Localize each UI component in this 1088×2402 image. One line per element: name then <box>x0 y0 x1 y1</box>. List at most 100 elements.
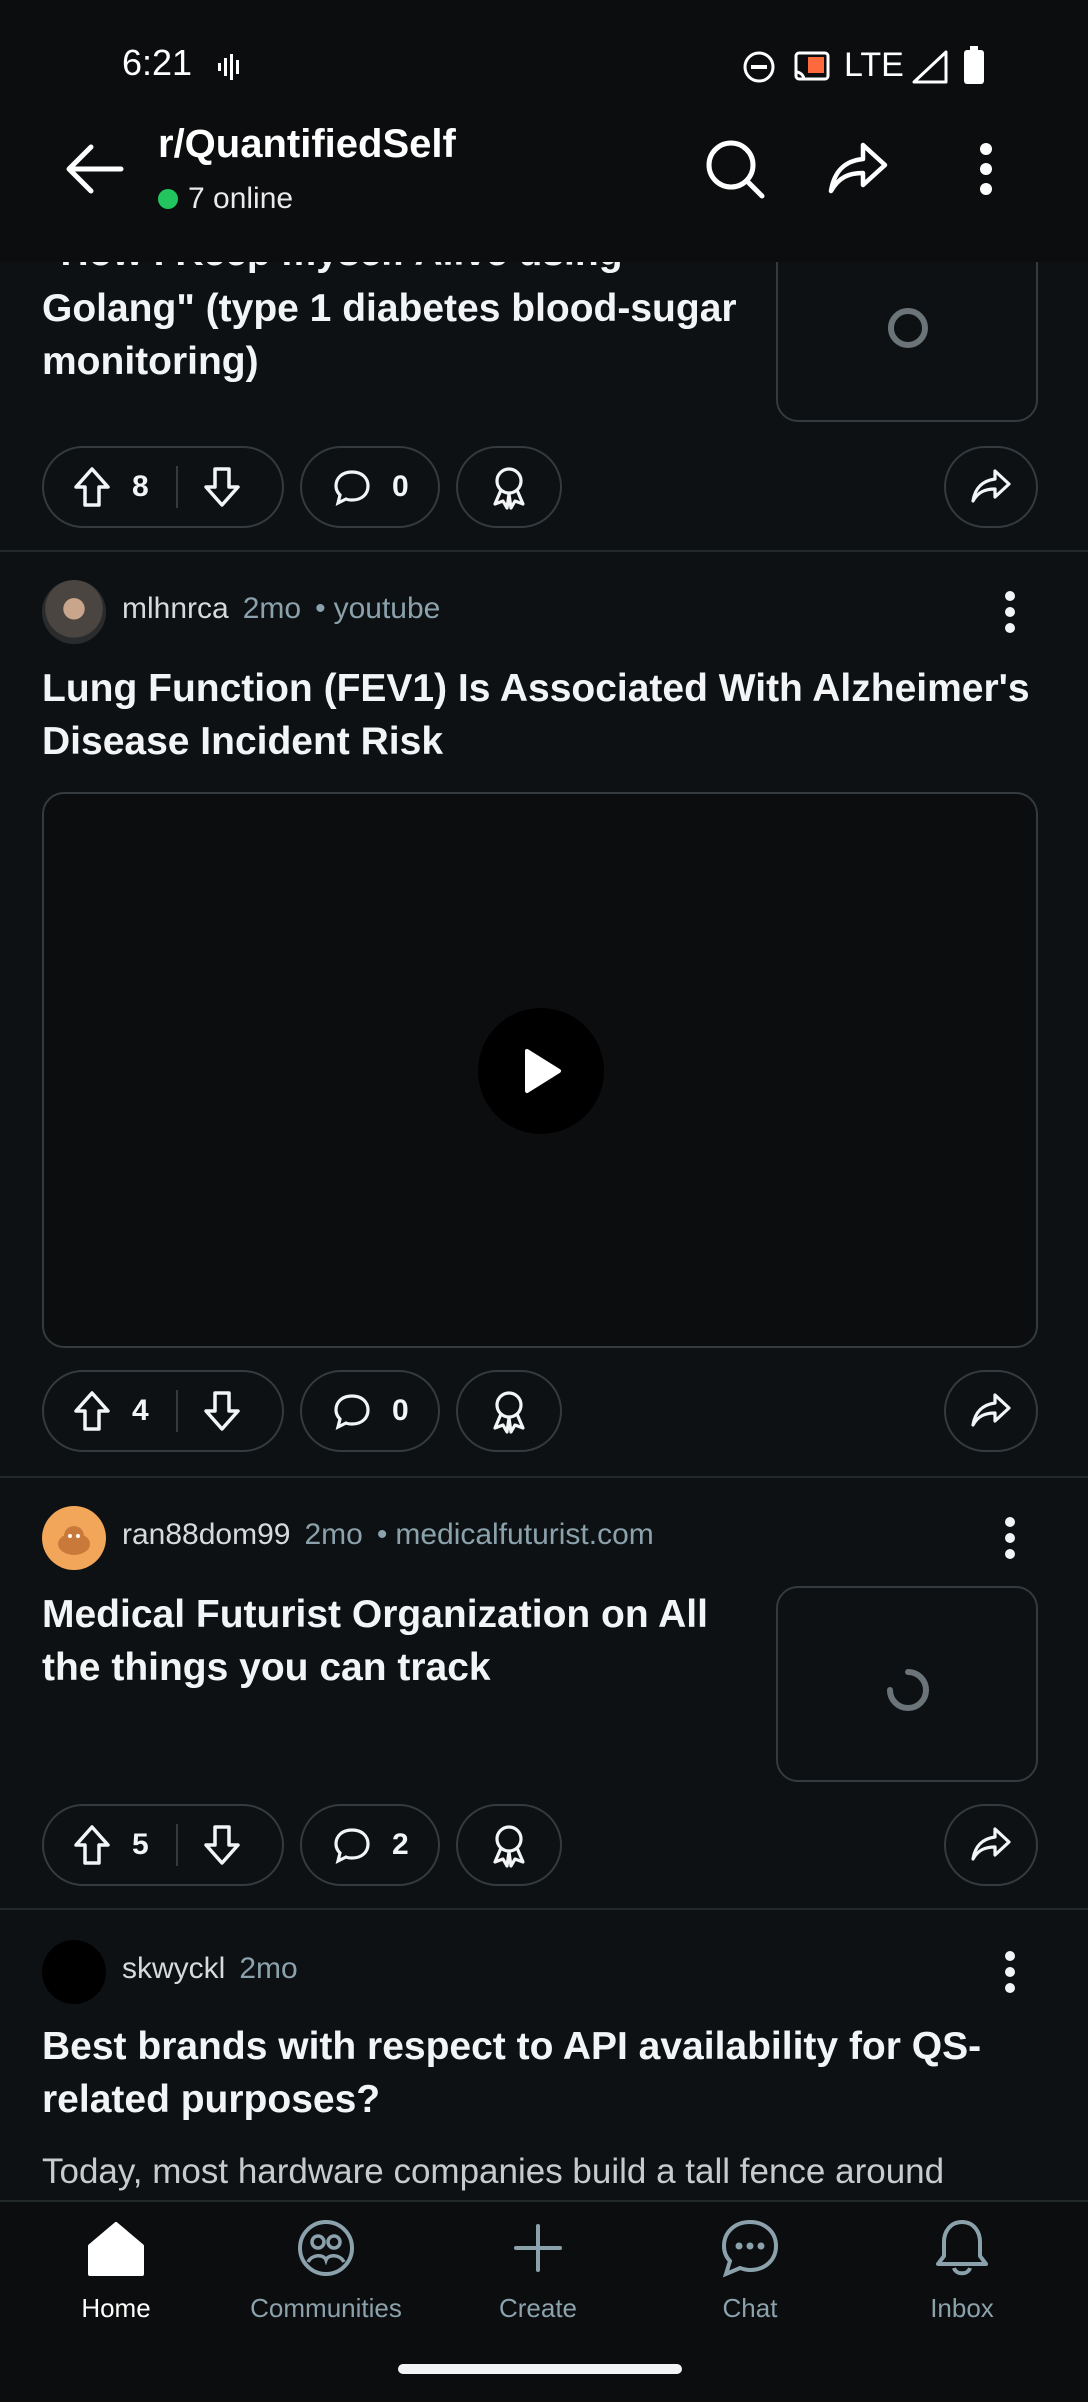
downvote-icon[interactable] <box>202 1389 242 1433</box>
vote-bar: 5 <box>42 1804 284 1886</box>
nav-label: Inbox <box>930 2293 994 2323</box>
share-icon <box>828 142 888 194</box>
post-separator <box>0 1476 1088 1478</box>
play-button[interactable] <box>478 1008 604 1134</box>
vote-bar: 8 <box>42 446 284 528</box>
nav-create[interactable]: Create <box>448 2218 628 2324</box>
vote-divider <box>176 1390 178 1432</box>
upvote-count: 8 <box>132 470 149 503</box>
chat-icon <box>721 2219 779 2278</box>
nav-inbox[interactable]: Inbox <box>872 2218 1052 2324</box>
meta-dot: • <box>315 592 326 625</box>
dnd-icon <box>742 50 776 89</box>
back-arrow-icon <box>66 144 124 194</box>
subreddit-title[interactable]: r/QuantifiedSelf <box>158 122 456 167</box>
comments-button[interactable]: 0 <box>300 446 440 528</box>
network-type: LTE <box>844 46 904 84</box>
downvote-icon[interactable] <box>202 465 242 509</box>
award-button[interactable] <box>456 1804 562 1886</box>
status-time: 6:21 <box>122 42 193 83</box>
upvote-icon[interactable] <box>72 465 112 509</box>
share-subreddit-button[interactable] <box>822 134 894 204</box>
comments-button[interactable]: 0 <box>300 1370 440 1452</box>
comment-count: 0 <box>392 1394 409 1427</box>
nav-label: Communities <box>250 2293 402 2323</box>
upvote-count: 5 <box>132 1828 149 1861</box>
post-age: 2mo <box>304 1518 363 1551</box>
online-dot <box>158 189 178 209</box>
post-author[interactable]: ran88dom99 <box>122 1518 290 1552</box>
avatar[interactable] <box>42 1940 106 2004</box>
snoo-avatar-icon <box>58 1526 90 1555</box>
post-author[interactable]: skwyckl <box>122 1952 225 1986</box>
cast-icon <box>792 50 832 89</box>
share-icon <box>971 1827 1011 1861</box>
post-title[interactable]: Medical Futurist Organization on All the… <box>42 1588 742 1694</box>
nav-label: Chat <box>722 2293 778 2323</box>
comment-icon <box>332 467 372 507</box>
post-meta: ran88dom99 2mo • medicalfuturist.com <box>122 1518 654 1552</box>
post-source[interactable]: medicalfuturist.com <box>395 1518 653 1552</box>
link-thumbnail[interactable] <box>776 1586 1038 1782</box>
share-button[interactable] <box>944 1370 1038 1452</box>
post-title[interactable]: Golang" (type 1 diabetes blood-sugar mon… <box>42 282 762 388</box>
nav-label: Create <box>498 2293 578 2323</box>
comments-button[interactable]: 2 <box>300 1804 440 1886</box>
share-icon <box>971 1393 1011 1427</box>
award-icon <box>493 1391 525 1434</box>
avatar[interactable] <box>42 1506 106 1570</box>
downvote-icon[interactable] <box>202 1823 242 1867</box>
comment-count: 0 <box>392 470 409 503</box>
share-button[interactable] <box>944 446 1038 528</box>
meta-dot: • <box>376 1518 388 1551</box>
gesture-home-bar[interactable] <box>398 2364 682 2374</box>
more-options-icon[interactable] <box>990 1514 1030 1567</box>
post-separator <box>0 1908 1088 1910</box>
nav-home[interactable]: Home <box>26 2218 206 2324</box>
post-source[interactable]: youtube <box>334 592 441 626</box>
home-icon <box>88 2222 144 2276</box>
nav-label: Home <box>81 2293 151 2323</box>
post-preview-text[interactable]: Today, most hardware companies build a t… <box>42 2152 1052 2192</box>
overflow-menu-button[interactable] <box>964 134 1008 204</box>
award-icon <box>493 1825 525 1868</box>
comment-icon <box>332 1391 372 1431</box>
share-icon <box>971 469 1011 503</box>
online-count: 7 online <box>188 182 294 215</box>
comment-count: 2 <box>392 1828 409 1861</box>
signal-icon <box>912 50 948 89</box>
search-button[interactable] <box>700 134 770 204</box>
search-icon <box>706 140 765 199</box>
more-options-icon[interactable] <box>990 588 1030 641</box>
post-author[interactable]: mlhnrca <box>122 592 229 626</box>
loading-spinner-icon <box>887 1669 929 1711</box>
share-button[interactable] <box>944 1804 1038 1886</box>
vote-divider <box>176 1824 178 1866</box>
video-player[interactable] <box>42 792 1038 1348</box>
post-separator <box>0 550 1088 552</box>
voice-activity-icon <box>216 52 244 87</box>
back-button[interactable] <box>56 134 132 204</box>
post-meta: skwyckl 2mo <box>122 1952 298 1986</box>
award-button[interactable] <box>456 446 562 528</box>
battery-icon <box>962 46 986 91</box>
post-title[interactable]: Lung Function (FEV1) Is Associated With … <box>42 662 1042 768</box>
award-button[interactable] <box>456 1370 562 1452</box>
vote-bar: 4 <box>42 1370 284 1452</box>
post-meta: mlhnrca 2mo • youtube <box>122 592 440 626</box>
post-age: 2mo <box>242 592 302 625</box>
award-icon <box>493 467 525 510</box>
nav-chat[interactable]: Chat <box>660 2218 840 2324</box>
post-title[interactable]: Best brands with respect to API availabi… <box>42 2020 1042 2126</box>
comment-icon <box>332 1825 372 1865</box>
vote-divider <box>176 466 178 508</box>
nav-communities[interactable]: Communities <box>236 2218 416 2324</box>
upvote-icon[interactable] <box>72 1389 112 1433</box>
more-options-icon[interactable] <box>990 1948 1030 2001</box>
post-age: 2mo <box>239 1952 298 1985</box>
avatar[interactable] <box>42 580 106 644</box>
plus-icon <box>514 2224 562 2272</box>
bell-icon <box>936 2220 988 2276</box>
upvote-count: 4 <box>132 1394 149 1427</box>
upvote-icon[interactable] <box>72 1823 112 1867</box>
